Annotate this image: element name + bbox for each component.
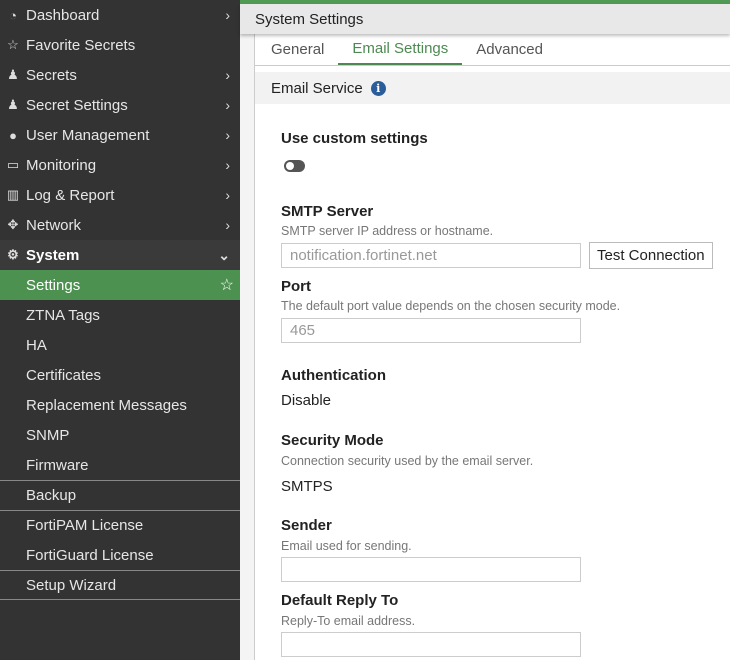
chevron-right-icon: ›	[225, 97, 230, 113]
sidebar-item-label: Dashboard	[26, 6, 100, 24]
section-header: Email Service i	[255, 72, 730, 104]
section-title: Email Service	[271, 79, 363, 97]
sidebar-subitem-backup[interactable]: Backup	[0, 480, 240, 510]
move-icon: ✥	[7, 217, 19, 232]
sidebar-item-label: Network	[26, 216, 82, 234]
sidebar-item-label: Monitoring	[26, 156, 97, 174]
security-mode-hint: Connection security used by the email se…	[281, 454, 534, 468]
port-label: Port	[281, 278, 311, 295]
custom-settings-toggle[interactable]	[284, 160, 305, 172]
sidebar-subitem-setup-wizard[interactable]: Setup Wizard	[0, 570, 240, 600]
sidebar-subitem-fortiguard-license[interactable]: FortiGuard License	[0, 540, 240, 570]
sidebar-item-user-management[interactable]: ● User Management ›	[0, 120, 240, 150]
security-mode-value: SMTPS	[281, 478, 333, 495]
sidebar-item-label: Settings	[26, 276, 81, 294]
monitor-icon: ▭	[6, 157, 20, 172]
test-connection-button[interactable]: Test Connection	[589, 242, 713, 269]
chevron-right-icon: ›	[225, 217, 230, 233]
sidebar-subitem-firmware[interactable]: Firmware	[0, 450, 240, 480]
sidebar-subitem-certificates[interactable]: Certificates	[0, 360, 240, 390]
reply-to-label: Default Reply To	[281, 592, 399, 609]
sidebar-item-favorite-secrets[interactable]: ☆ Favorite Secrets	[0, 30, 240, 60]
sidebar-item-dashboard[interactable]: ◔ Dashboard ›	[0, 0, 240, 30]
sidebar-item-label: System	[26, 246, 80, 264]
tab-bar: General Email Settings Advanced	[255, 34, 730, 66]
page-header: System Settings	[240, 4, 730, 34]
sidebar-item-label: User Management	[26, 126, 150, 144]
gear-icon: ⚙	[7, 247, 19, 262]
reply-to-hint: Reply-To email address.	[281, 614, 416, 628]
star-icon: ☆	[7, 37, 19, 52]
port-input[interactable]: 465	[281, 318, 581, 343]
sidebar: ◔ Dashboard › ☆ Favorite Secrets ♟ Secrets › ♟ Se…	[0, 0, 240, 660]
port-hint: The default port value depends on the ch…	[281, 299, 621, 313]
chevron-down-icon: ⌄	[218, 246, 230, 263]
sender-hint: Email used for sending.	[281, 539, 412, 553]
user-icon: ●	[9, 127, 17, 143]
sidebar-item-label: Log & Report	[26, 186, 115, 204]
chart-icon: ▥	[6, 187, 20, 202]
sidebar-item-label: Secret Settings	[26, 96, 128, 114]
sidebar-subitem-fortipam-license[interactable]: FortiPAM License	[0, 510, 240, 540]
sidebar-subitem-ha[interactable]: HA	[0, 330, 240, 360]
sidebar-item-system[interactable]: ⚙ System ⌄	[0, 240, 240, 270]
smtp-server-label: SMTP Server	[281, 203, 374, 220]
user-lock-icon: ♟	[7, 67, 19, 82]
star-icon[interactable]: ☆	[220, 275, 234, 295]
custom-settings-label: Use custom settings	[281, 130, 428, 147]
sidebar-item-log-report[interactable]: ▥ Log & Report ›	[0, 180, 240, 210]
security-mode-label: Security Mode	[281, 432, 384, 449]
chevron-right-icon: ›	[225, 67, 230, 83]
sidebar-subitem-snmp[interactable]: SNMP	[0, 420, 240, 450]
tab-email-settings[interactable]: Email Settings	[338, 34, 463, 65]
user-gear-icon: ♟	[7, 97, 19, 112]
chevron-right-icon: ›	[225, 187, 230, 203]
dashboard-icon: ◔	[9, 7, 17, 23]
sender-label: Sender	[281, 517, 332, 534]
authentication-label: Authentication	[281, 367, 386, 384]
page-title: System Settings	[255, 10, 364, 28]
sidebar-item-label: Favorite Secrets	[26, 36, 136, 54]
sidebar-item-network[interactable]: ✥ Network ›	[0, 210, 240, 240]
smtp-server-input[interactable]: notification.fortinet.net	[281, 243, 581, 268]
authentication-value: Disable	[281, 392, 332, 409]
chevron-right-icon: ›	[225, 7, 230, 23]
info-icon[interactable]: i	[370, 80, 386, 96]
chevron-right-icon: ›	[225, 127, 230, 143]
chevron-right-icon: ›	[225, 157, 230, 173]
tab-general[interactable]: General	[257, 34, 338, 65]
sender-input[interactable]	[281, 557, 581, 582]
sidebar-item-secret-settings[interactable]: ♟ Secret Settings ›	[0, 90, 240, 120]
smtp-server-hint: SMTP server IP address or hostname.	[281, 224, 494, 238]
sidebar-subitem-settings[interactable]: Settings ☆	[0, 270, 240, 300]
sidebar-item-secrets[interactable]: ♟ Secrets ›	[0, 60, 240, 90]
sidebar-subitem-ztna-tags[interactable]: ZTNA Tags	[0, 300, 240, 330]
sidebar-item-label: Secrets	[26, 66, 77, 84]
sidebar-subitem-replacement-messages[interactable]: Replacement Messages	[0, 390, 240, 420]
tab-advanced[interactable]: Advanced	[462, 34, 557, 65]
reply-to-input[interactable]	[281, 632, 581, 657]
sidebar-item-monitoring[interactable]: ▭ Monitoring ›	[0, 150, 240, 180]
